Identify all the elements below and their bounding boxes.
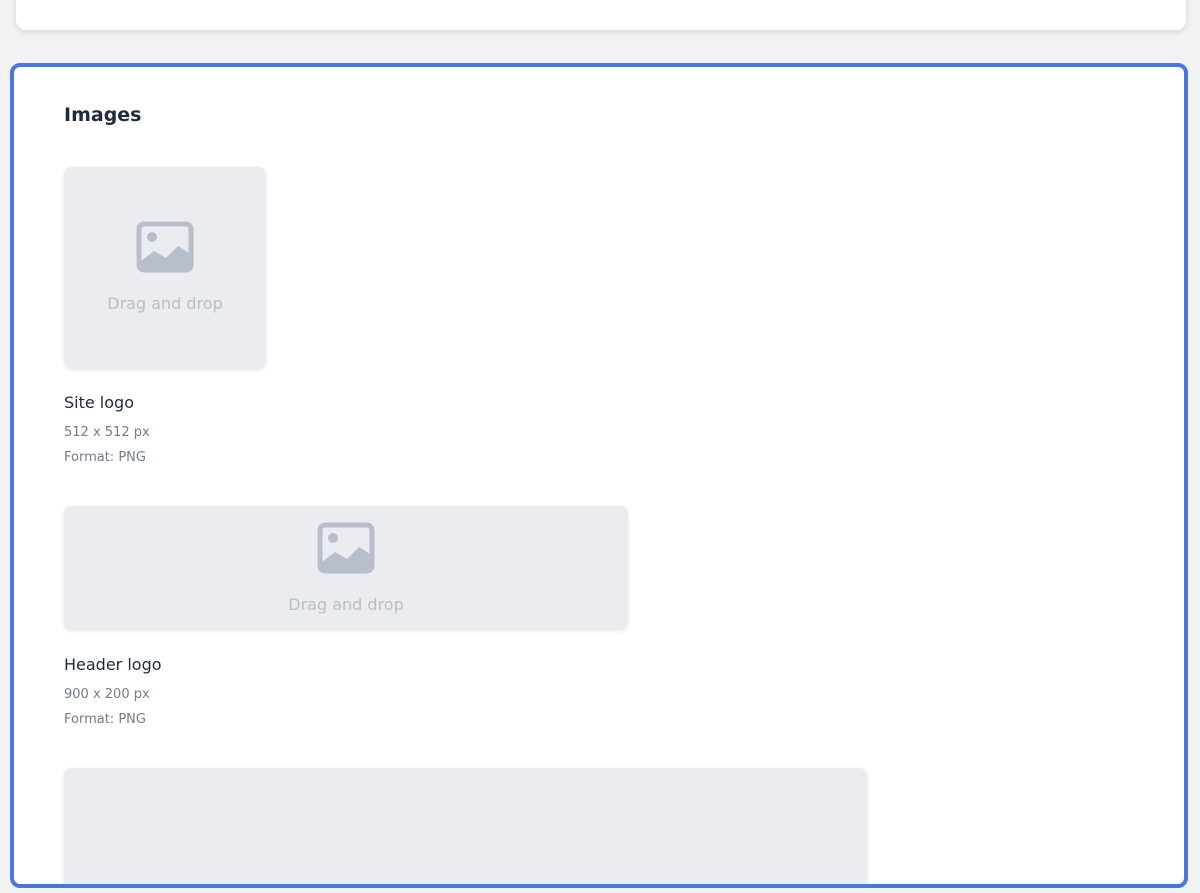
previous-section-card (16, 0, 1186, 30)
image-dropzone[interactable] (64, 768, 867, 884)
dropzone-text: Drag and drop (288, 595, 404, 614)
image-placeholder-icon (317, 522, 375, 574)
dropzone-text: Drag and drop (107, 294, 223, 313)
header-logo-dropzone[interactable]: Drag and drop (64, 506, 628, 630)
section-title: Images (64, 104, 142, 126)
image-placeholder-icon (136, 221, 194, 273)
site-logo-format: Format: PNG (64, 450, 146, 465)
site-logo-dimensions: 512 x 512 px (64, 425, 150, 440)
site-logo-dropzone[interactable]: Drag and drop (64, 167, 266, 369)
site-logo-label: Site logo (64, 393, 134, 412)
header-logo-label: Header logo (64, 655, 162, 674)
header-logo-dimensions: 900 x 200 px (64, 687, 150, 702)
images-section: Images Drag and drop Site logo 512 x 512… (10, 63, 1188, 888)
header-logo-format: Format: PNG (64, 712, 146, 727)
